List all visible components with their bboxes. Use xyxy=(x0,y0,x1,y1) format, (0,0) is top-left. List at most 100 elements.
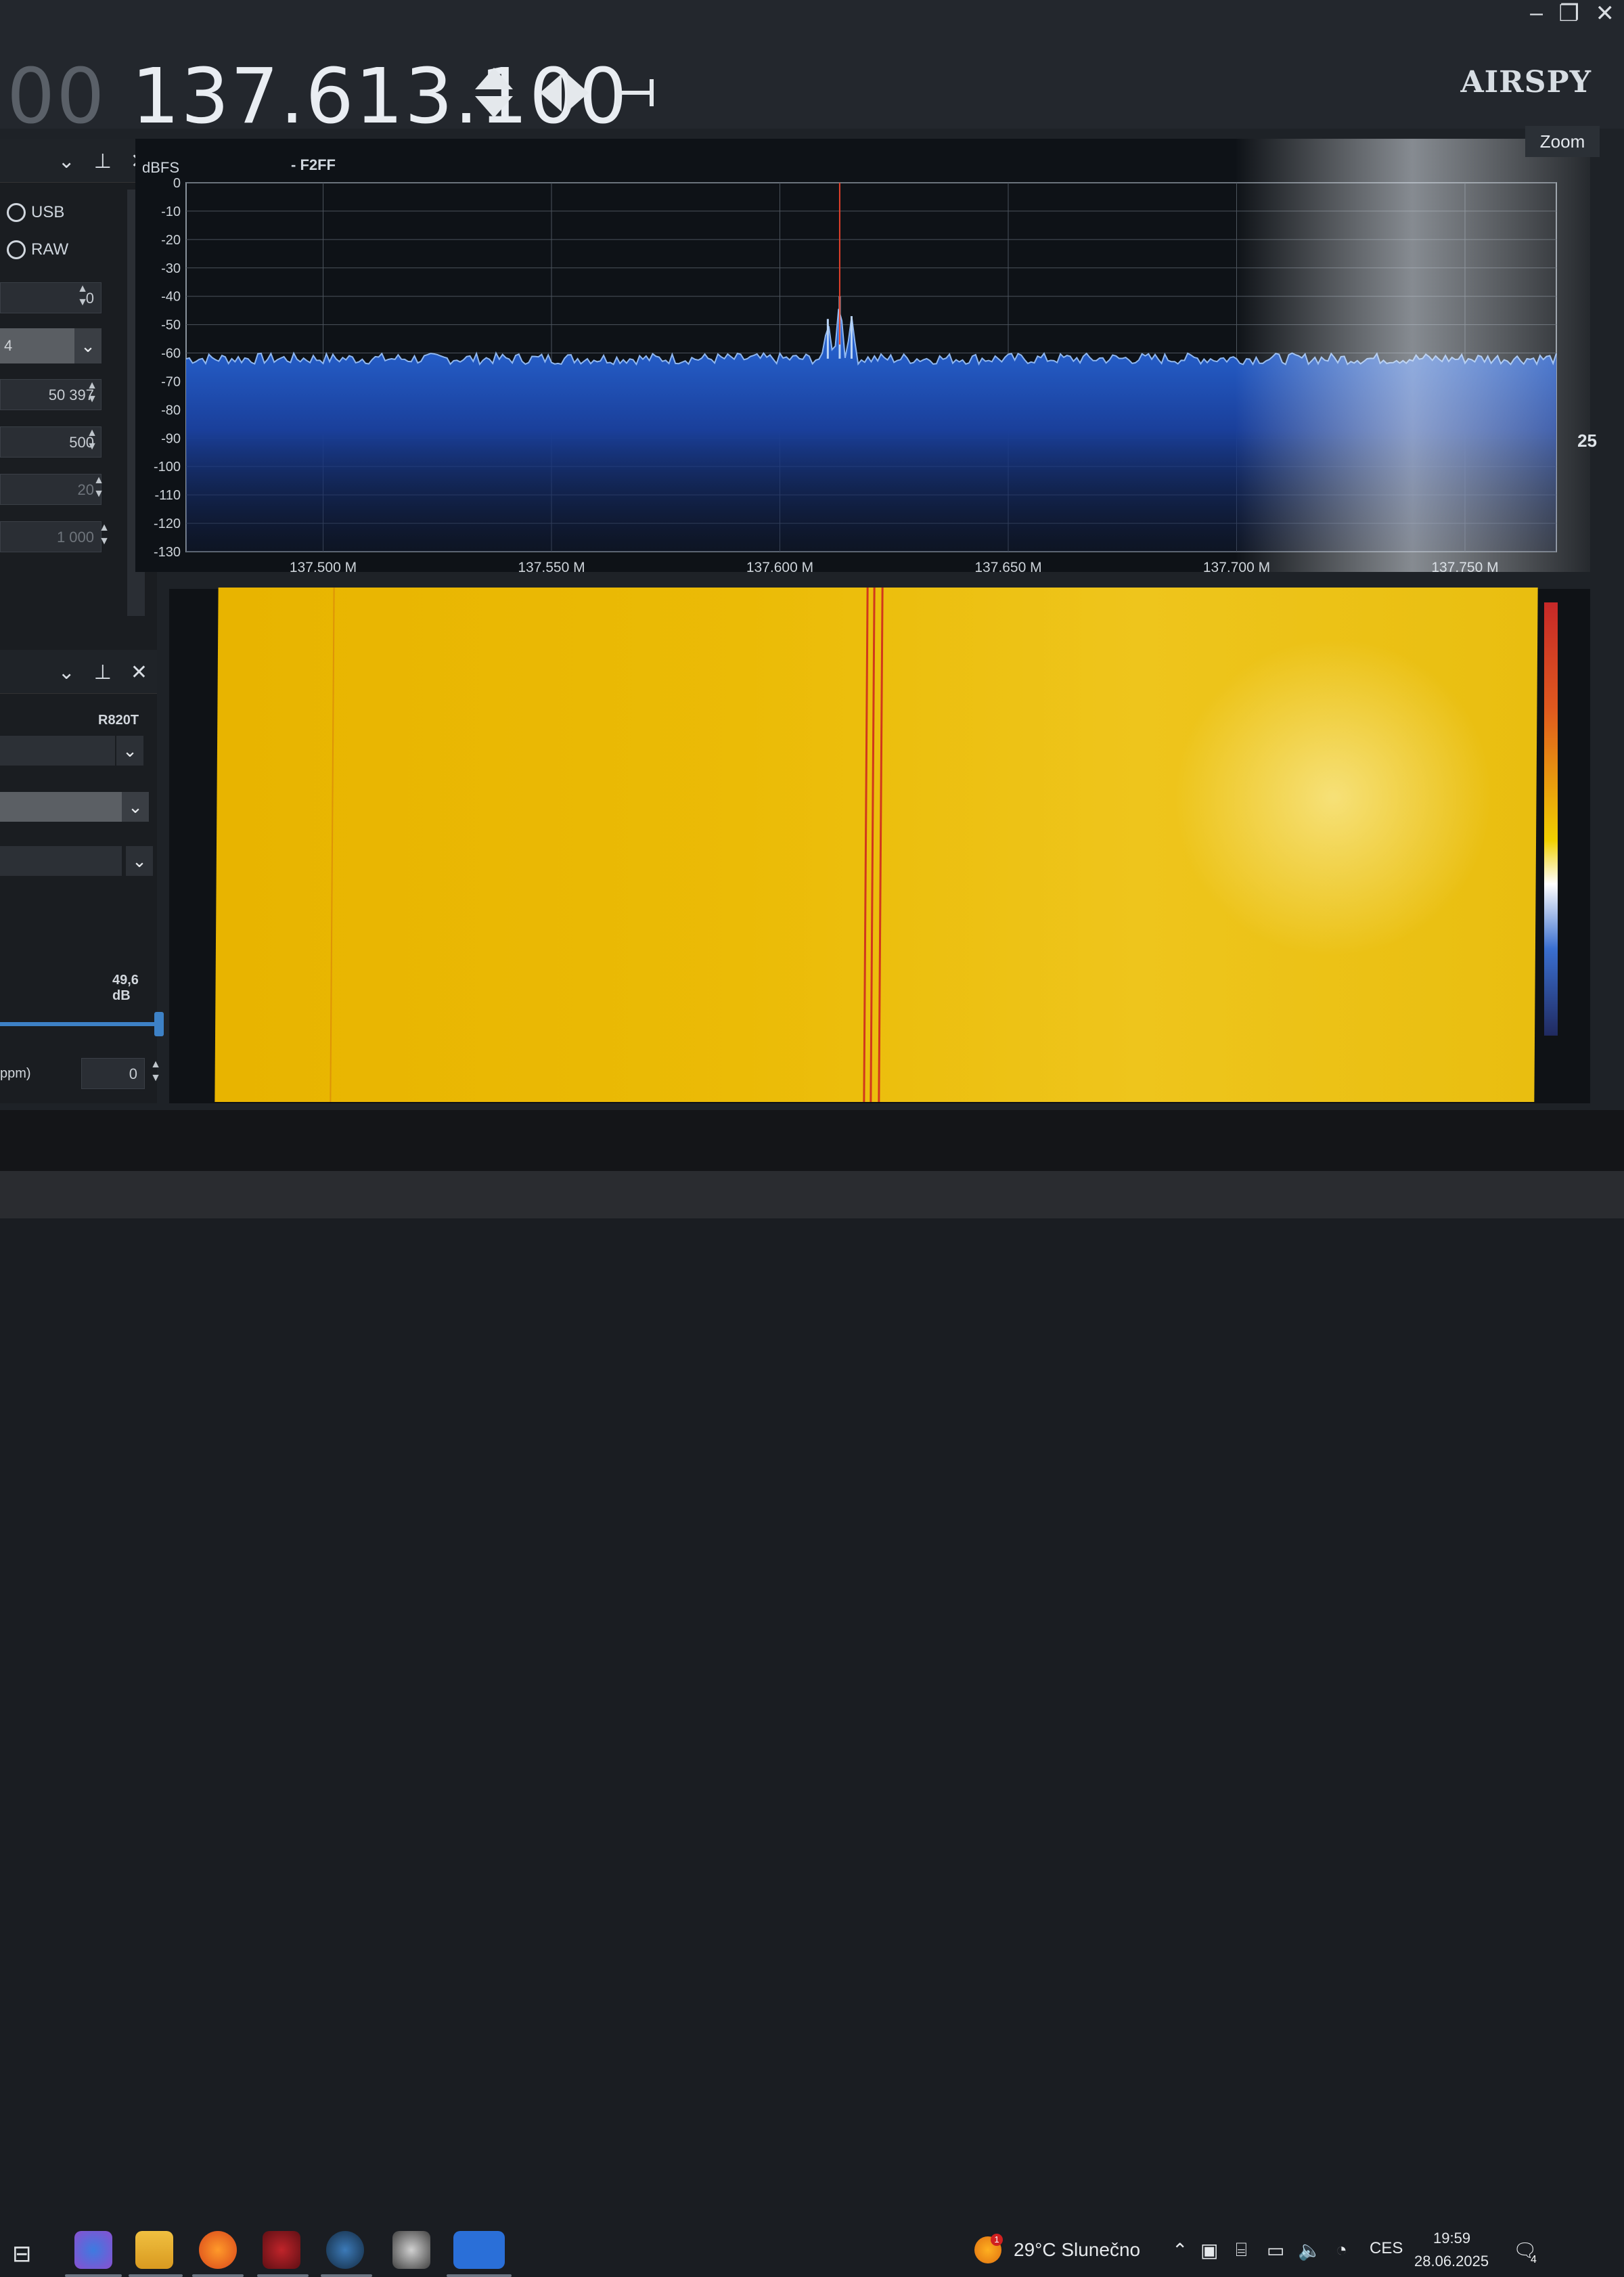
mode-usb-radio[interactable]: USB xyxy=(7,203,64,222)
chevron-up-icon[interactable]: ⌃ xyxy=(1172,2239,1188,2261)
screen-glare xyxy=(1129,628,1538,967)
clock-time[interactable]: 19:59 xyxy=(1433,2230,1470,2247)
spectrum-panel[interactable]: dBFS - F2FF 0 -10 -20 -30 -40 -50 -60 -70 -80 -90… xyxy=(135,139,1590,575)
sdrsharp-icon[interactable] xyxy=(453,2231,505,2269)
close-button[interactable]: ✕ xyxy=(1596,0,1615,27)
y-tick-label: -50 xyxy=(161,318,181,333)
y-tick-label: -110 xyxy=(154,488,181,503)
chevron-down-icon[interactable]: ⌄ xyxy=(122,792,149,822)
airspy-logo: AIRSPY xyxy=(1460,65,1592,100)
y-tick-label: -60 xyxy=(161,347,181,361)
waterfall-signal-line xyxy=(878,588,884,1102)
select-value: 4 xyxy=(4,337,13,354)
app-icon[interactable] xyxy=(392,2231,430,2269)
taskbar-indicator xyxy=(192,2274,244,2277)
close-icon[interactable]: ✕ xyxy=(131,661,148,684)
waterfall-display[interactable] xyxy=(215,588,1538,1102)
screen-glare xyxy=(880,139,1590,572)
title-bar: 00 137.613.100 AIRSPY – ❐ ✕ xyxy=(0,0,1624,141)
waterfall-signal-line xyxy=(863,588,869,1102)
marker-label: - F2FF xyxy=(291,156,336,173)
y-tick-label: -30 xyxy=(161,261,181,276)
battery-icon[interactable]: ▭ xyxy=(1267,2239,1284,2261)
y-tick-label: 0 xyxy=(173,176,181,191)
language-indicator[interactable]: CES xyxy=(1370,2239,1403,2258)
device-select[interactable] xyxy=(0,736,115,766)
device-icon[interactable]: ⌸ xyxy=(1236,2239,1247,2261)
firefox-icon[interactable] xyxy=(199,2231,237,2269)
taskbar-indicator xyxy=(447,2274,512,2277)
taskbar-indicator xyxy=(321,2274,372,2277)
span-icon[interactable] xyxy=(614,78,655,108)
steam-icon[interactable] xyxy=(326,2231,364,2269)
spin-arrows-icon[interactable]: ▲ ▼ xyxy=(84,379,100,410)
spin-arrows-icon[interactable]: ▲ ▼ xyxy=(148,1058,164,1089)
x-tick-label: 137,600 M xyxy=(746,560,813,572)
radio-circle-icon xyxy=(7,203,26,222)
chevron-down-icon[interactable]: ⌄ xyxy=(58,661,75,684)
spin-arrows-icon[interactable]: ▲ ▼ xyxy=(84,426,100,458)
pin-icon[interactable]: ⊥ xyxy=(94,661,112,684)
chevron-down-icon[interactable]: ⌄ xyxy=(126,846,153,876)
chevron-down-icon[interactable]: ⌄ xyxy=(116,736,143,766)
mode-raw-radio[interactable]: RAW xyxy=(7,240,68,259)
restore-button[interactable]: ❐ xyxy=(1559,0,1579,27)
gain-slider-track[interactable] xyxy=(0,1022,157,1026)
file-explorer-icon[interactable] xyxy=(135,2231,173,2269)
network-monitor-icon[interactable]: ▣ xyxy=(1200,2239,1218,2261)
waterfall-trace xyxy=(330,588,335,1102)
notification-count: 4 xyxy=(1531,2254,1537,2265)
chevron-down-icon[interactable]: ⌄ xyxy=(74,328,102,363)
spectrum-chart: dBFS - F2FF 0 -10 -20 -30 -40 -50 -60 -70 -80 -90… xyxy=(142,139,1590,575)
unit-label: dBFS xyxy=(142,159,179,176)
task-view-icon[interactable]: ⊟ xyxy=(12,2240,32,2268)
y-tick-label: -120 xyxy=(154,516,181,531)
option-select[interactable] xyxy=(0,846,122,876)
waterfall-signal-line xyxy=(870,588,876,1102)
windows-taskbar: ⊟ 1 29°C Slunečno ⌃ ▣ ⌸ ▭ 🔈 ◔ CES 19:59 … xyxy=(0,1110,1624,2277)
taskbar-indicator xyxy=(129,2274,183,2277)
radio-panel-header: ⌄⊥✕ xyxy=(0,139,157,183)
zoom-button[interactable]: Zoom xyxy=(1525,126,1600,157)
mode-usb-label: USB xyxy=(31,203,65,221)
spin-arrows-icon[interactable]: ▲ ▼ xyxy=(74,282,91,313)
y-tick-label: -70 xyxy=(161,374,181,389)
taskbar-indicator xyxy=(257,2274,309,2277)
x-tick-label: 137,550 M xyxy=(518,560,585,572)
taskbar-indicator xyxy=(65,2274,122,2277)
waterfall-color-scale xyxy=(1544,602,1558,1036)
radio-circle-icon xyxy=(7,240,26,259)
weather-text[interactable]: 29°C Slunečno xyxy=(1014,2239,1140,2261)
tune-left-right-icon[interactable] xyxy=(539,72,590,113)
x-tick-label: 137,500 M xyxy=(290,560,357,572)
wifi-icon[interactable]: ◔ xyxy=(1336,2239,1347,2261)
tune-up-down-icon[interactable] xyxy=(474,66,514,119)
gain-slider-handle[interactable] xyxy=(154,1012,164,1036)
side-value-label: 25 xyxy=(1577,430,1597,451)
chevron-down-icon[interactable]: ⌄ xyxy=(58,150,75,173)
monitor-bezel xyxy=(0,1171,1624,1218)
sample-rate-select[interactable] xyxy=(0,792,122,822)
pin-icon[interactable]: ⊥ xyxy=(94,150,112,173)
y-tick-label: -80 xyxy=(161,403,181,418)
y-tick-label: -40 xyxy=(161,290,181,305)
app-icon[interactable] xyxy=(263,2231,300,2269)
weather-badge: 1 xyxy=(991,2234,1003,2246)
source-panel-header: ⌄ ⊥ ✕ xyxy=(0,650,157,694)
left-sidebar: ⌄⊥✕ USB RAW 0 ▲▼ 4 ⌄ 50 397 ▲▼ 500 ▲▼ 20… xyxy=(0,139,161,1103)
spin-field-4[interactable]: 20 xyxy=(0,474,102,505)
y-tick-label: -10 xyxy=(161,204,181,219)
spin-arrows-icon[interactable]: ▲ ▼ xyxy=(96,521,112,552)
ppm-field[interactable]: 0 xyxy=(81,1058,145,1089)
y-tick-label: -20 xyxy=(161,233,181,248)
sdr-app-window: 00 137.613.100 AIRSPY – ❐ ✕ ⌄⊥✕ USB RAW … xyxy=(0,0,1624,1110)
gain-value-label: 49,6 dB xyxy=(112,973,139,1003)
device-label: R820T xyxy=(98,713,139,728)
minimize-button[interactable]: – xyxy=(1530,0,1543,26)
spin-arrows-icon[interactable]: ▲ ▼ xyxy=(91,474,107,505)
y-tick-label: -90 xyxy=(161,431,181,446)
clock-date[interactable]: 28.06.2025 xyxy=(1414,2253,1489,2270)
volume-icon[interactable]: 🔈 xyxy=(1298,2239,1322,2261)
spin-field-5[interactable]: 1 000 xyxy=(0,521,102,552)
chrome-icon[interactable] xyxy=(74,2231,112,2269)
